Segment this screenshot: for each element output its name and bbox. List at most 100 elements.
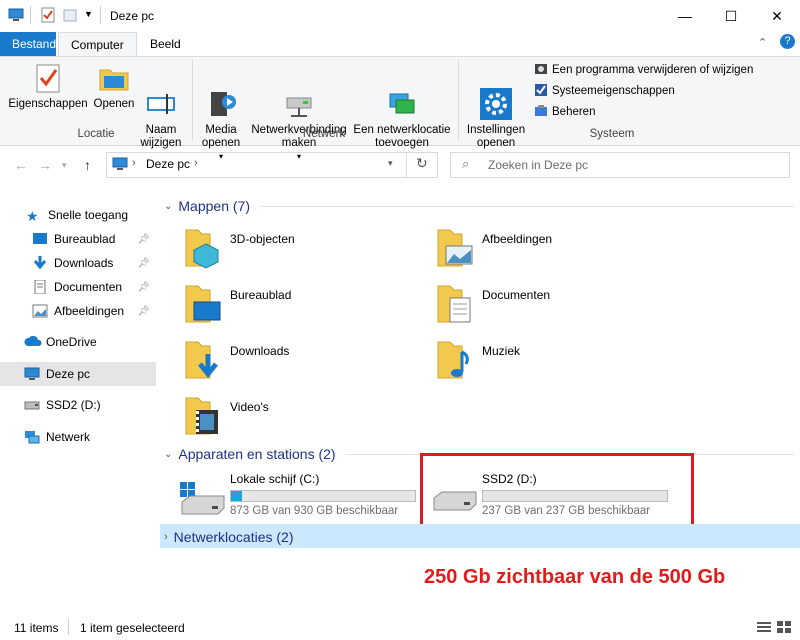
- document-icon: [32, 279, 48, 295]
- folder-documents[interactable]: Documenten: [436, 282, 676, 328]
- drive-c-usage-fill: [231, 491, 243, 501]
- forward-arrow-icon[interactable]: →: [38, 157, 52, 173]
- maximize-icon[interactable]: ☐: [708, 0, 754, 32]
- system-properties-button[interactable]: Systeemeigenschappen: [534, 81, 675, 101]
- breadcrumb-separator-icon: ›: [132, 157, 136, 169]
- nav-pictures[interactable]: Afbeeldingen 📌︎: [0, 300, 156, 322]
- videos-folder-icon: [185, 397, 218, 435]
- computer-icon: [24, 367, 40, 381]
- section-header-folders[interactable]: ⌄ Mappen (7): [164, 198, 794, 214]
- tiles-view-icon[interactable]: [776, 620, 792, 637]
- tab-bestand[interactable]: Bestand: [0, 32, 56, 56]
- divider: [100, 6, 101, 24]
- windows-drive-icon: [180, 482, 225, 515]
- divider: [68, 619, 69, 635]
- desktop-folder-icon: [185, 285, 221, 323]
- network-icon: [24, 430, 40, 444]
- refresh-icon[interactable]: ↻: [416, 155, 428, 172]
- open-folder-icon: [98, 62, 130, 94]
- computer-icon: [112, 157, 128, 174]
- folder-pictures[interactable]: Afbeeldingen: [436, 226, 676, 272]
- pin-icon: 📌︎: [137, 281, 150, 293]
- chevron-right-icon: ›: [164, 531, 168, 543]
- nav-onedrive[interactable]: OneDrive: [0, 331, 156, 353]
- search-placeholder: Zoeken in Deze pc: [488, 158, 589, 172]
- network-location-icon: [386, 75, 418, 114]
- nav-documents[interactable]: Documenten 📌︎: [0, 276, 156, 298]
- help-icon[interactable]: ?: [780, 34, 795, 49]
- tab-beeld[interactable]: Beeld: [138, 32, 193, 56]
- folder-videos[interactable]: Video's: [184, 394, 424, 440]
- system-check-icon: [534, 83, 548, 100]
- annotation-text: 250 Gb zichtbaar van de 500 Gb: [424, 566, 726, 588]
- breadcrumb-deze-pc[interactable]: Deze pc: [146, 157, 190, 171]
- divider: [458, 60, 459, 140]
- nav-ssd2[interactable]: SSD2 (D:): [0, 394, 156, 416]
- media-icon: [205, 75, 237, 116]
- media-open-button[interactable]: Media openen ▾: [196, 62, 246, 163]
- picture-icon: [32, 304, 48, 318]
- documents-folder-icon: [437, 285, 471, 323]
- properties-button[interactable]: Eigenschappen: [8, 62, 88, 111]
- window-title: Deze pc: [110, 9, 155, 23]
- manage-button[interactable]: Beheren: [534, 102, 595, 122]
- breadcrumb-separator-icon: ›: [194, 157, 198, 169]
- folder-downloads[interactable]: Downloads: [184, 338, 424, 384]
- nav-desktop[interactable]: Bureaublad 📌︎: [0, 228, 156, 250]
- section-header-network[interactable]: › Netwerklocaties (2): [164, 529, 794, 545]
- manage-icon: [534, 104, 548, 121]
- up-arrow-icon[interactable]: ↑: [84, 157, 91, 173]
- drive-c-tile[interactable]: Lokale schijf (C:) 873 GB van 930 GB bes…: [176, 468, 420, 518]
- group-label-systeem: Systeem: [589, 128, 635, 140]
- drive-icon: [24, 398, 40, 412]
- desktop-icon: [32, 232, 48, 246]
- divider: [406, 152, 407, 178]
- 3d-objects-folder-icon: [185, 229, 219, 269]
- nav-network[interactable]: Netwerk: [0, 426, 156, 448]
- star-icon: ★: [26, 208, 39, 224]
- settings-gear-icon: [480, 75, 512, 120]
- pin-icon: 📌︎: [137, 233, 150, 245]
- recent-locations-icon[interactable]: ▾: [62, 160, 67, 171]
- search-icon: ⌕: [462, 156, 470, 171]
- divider: [30, 6, 31, 24]
- group-label-locatie: Locatie: [77, 128, 115, 140]
- group-label-netwerk: Netwerk: [302, 128, 346, 140]
- programs-icon: [534, 62, 548, 79]
- minimize-icon[interactable]: —: [662, 0, 708, 32]
- back-arrow-icon[interactable]: ←: [14, 157, 28, 173]
- folder-music[interactable]: Muziek: [436, 338, 676, 384]
- uninstall-program-button[interactable]: Een programma verwijderen of wijzigen: [534, 60, 753, 80]
- folder-desktop[interactable]: Bureaublad: [184, 282, 424, 328]
- pin-icon: 📌︎: [137, 257, 150, 269]
- chevron-down-icon: ⌄: [164, 200, 173, 212]
- pin-icon: 📌︎: [137, 305, 150, 317]
- tab-computer[interactable]: Computer: [58, 32, 137, 57]
- divider: [192, 60, 193, 140]
- drive-c-usage-bar: [230, 490, 416, 502]
- pictures-folder-icon: [437, 229, 473, 267]
- download-arrow-icon: [32, 256, 48, 270]
- rename-icon: [145, 75, 177, 114]
- address-dropdown-icon[interactable]: ▾: [388, 158, 393, 169]
- map-network-drive-button[interactable]: Netwerkverbinding maken ▾: [248, 62, 350, 163]
- computer-icon: [8, 7, 24, 23]
- properties-icon: [32, 62, 64, 94]
- cloud-icon: [24, 335, 42, 349]
- collapse-ribbon-icon[interactable]: ⌃: [758, 36, 767, 49]
- music-folder-icon: [437, 341, 469, 379]
- status-selected: 1 item geselecteerd: [80, 621, 185, 635]
- nav-downloads[interactable]: Downloads 📌︎: [0, 252, 156, 274]
- customize-toolbar-icon[interactable]: ▼: [84, 9, 93, 19]
- new-folder-icon[interactable]: [62, 7, 78, 23]
- properties-icon[interactable]: [40, 7, 56, 23]
- nav-this-pc[interactable]: Deze pc: [0, 362, 156, 386]
- open-button[interactable]: Openen: [90, 62, 138, 111]
- details-view-icon[interactable]: [756, 620, 772, 637]
- chevron-down-icon: ⌄: [164, 448, 173, 460]
- status-item-count: 11 items: [14, 621, 59, 635]
- nav-quick-access[interactable]: ★ Snelle toegang: [0, 204, 156, 226]
- network-drive-icon: [283, 75, 315, 117]
- close-icon[interactable]: ✕: [754, 0, 800, 32]
- folder-3d-objects[interactable]: 3D-objecten: [184, 226, 424, 272]
